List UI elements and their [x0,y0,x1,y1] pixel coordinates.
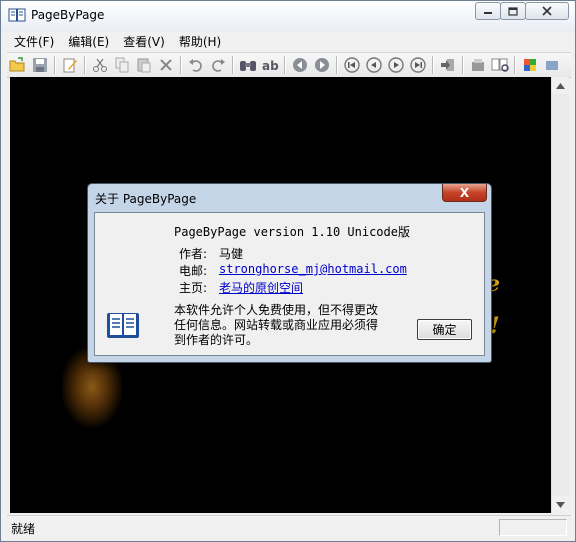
first-page-icon [344,57,360,73]
edit-icon [63,58,77,73]
menu-file[interactable]: 文件(F) [7,33,61,50]
close-button[interactable] [525,2,569,20]
about-dialog: 关于 PageByPage X PageByPage version 1.10 … [87,183,492,363]
toolbar-separator [232,56,234,74]
window-title: PageByPage [31,8,105,22]
plugin-icon [524,59,536,71]
status-text: 就绪 [11,522,36,536]
next-page-icon [388,57,404,73]
homepage-label: 主页: [179,281,208,295]
svg-text:ab: ab [262,59,279,73]
last-page-icon [410,57,426,73]
menu-view[interactable]: 查看(V) [116,33,172,50]
title-bar: PageByPage [1,1,575,31]
open-button[interactable] [7,54,29,76]
save-icon [33,58,47,72]
toolbar-separator [284,56,286,74]
find-icon [240,61,256,71]
paste-button[interactable] [133,54,155,76]
open-folder-icon [9,57,25,72]
book-app-icon [8,8,26,22]
ok-button[interactable]: 确定 [417,319,472,340]
email-link[interactable]: stronghorse_mj@hotmail.com [219,262,407,276]
copy-icon [115,57,129,73]
forward-icon [315,58,329,72]
author-label: 作者: [179,247,208,261]
last-page-button[interactable] [407,54,429,76]
back-icon [293,58,307,72]
status-bar: 就绪 [7,515,571,540]
book-view-button[interactable] [489,54,511,76]
menu-bar: 文件(F) 编辑(E) 查看(V) 帮助(H) [7,31,571,51]
export-button[interactable] [467,54,489,76]
status-pane [499,519,567,536]
delete-icon [160,59,172,71]
maximize-icon [508,6,518,16]
edit-button[interactable] [59,54,81,76]
toolbar-separator [514,56,516,74]
extra-button[interactable] [541,54,563,76]
up-arrow-icon [556,82,565,89]
delete-button[interactable] [155,54,177,76]
toolbar-separator [180,56,182,74]
close-icon [542,6,552,16]
email-label: 电邮: [179,264,208,278]
ok-button-label: 确定 [432,323,457,337]
book-view-icon [491,58,509,72]
forward-button[interactable] [311,54,333,76]
menu-edit[interactable]: 编辑(E) [61,33,116,50]
toolbar-separator [336,56,338,74]
toolbar-separator [54,56,56,74]
down-arrow-icon [556,501,565,508]
replace-icon: ab [262,59,279,73]
replace-button[interactable]: ab [259,54,281,76]
goto-button[interactable] [437,54,459,76]
find-button[interactable] [237,54,259,76]
book-icon [107,313,139,338]
toolbar-separator [462,56,464,74]
prev-page-button[interactable] [363,54,385,76]
minimize-icon [484,12,492,14]
cut-button[interactable] [89,54,111,76]
undo-button[interactable] [185,54,207,76]
paste-icon [137,58,151,73]
window-controls [475,2,569,22]
first-page-button[interactable] [341,54,363,76]
toolbar-separator [432,56,434,74]
undo-icon [189,59,202,72]
redo-icon [212,59,225,72]
scroll-up-button[interactable] [552,77,569,94]
copy-button[interactable] [111,54,133,76]
vertical-scrollbar[interactable] [551,77,569,513]
dialog-body: PageByPage version 1.10 Unicode版 作者: 马健 … [94,212,485,356]
back-button[interactable] [289,54,311,76]
notice-line-3: 到作者的许可。 [174,333,259,347]
plugin-button[interactable] [519,54,541,76]
main-window: PageByPage 文件(F) 编辑(E) 查看(V) 帮助(H) ab e … [0,0,576,542]
dialog-title: 关于 PageByPage [95,192,197,206]
version-text: PageByPage version 1.10 Unicode版 [174,225,410,239]
minimize-button[interactable] [475,2,501,20]
dialog-close-button[interactable]: X [442,184,487,202]
next-page-button[interactable] [385,54,407,76]
cut-icon [93,58,107,72]
toolbar-separator [84,56,86,74]
redo-button[interactable] [207,54,229,76]
author-value: 马健 [219,247,244,261]
save-button[interactable] [29,54,51,76]
goto-icon [441,59,454,71]
menu-help[interactable]: 帮助(H) [172,33,228,50]
scroll-down-button[interactable] [552,496,569,513]
homepage-link[interactable]: 老马的原创空间 [219,279,303,296]
extra-icon [546,61,558,70]
export-icon [472,59,484,71]
toolbar: ab [7,52,571,78]
maximize-button[interactable] [500,2,526,20]
prev-page-icon [366,57,382,73]
close-icon: X [459,185,470,200]
